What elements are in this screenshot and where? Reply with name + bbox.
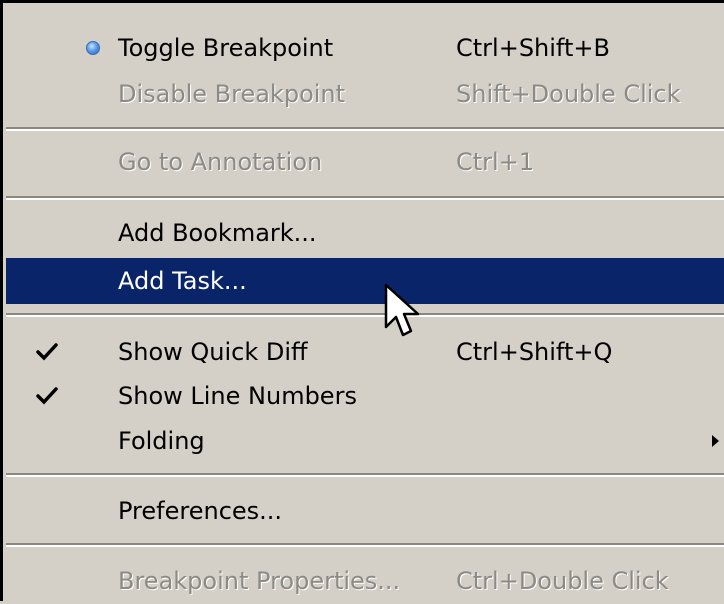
menu-item-disable-breakpoint: Disable Breakpoint Shift+Double Click xyxy=(6,71,724,117)
menu-item-label: Add Bookmark... xyxy=(118,219,317,247)
menu-item-toggle-breakpoint[interactable]: Toggle Breakpoint Ctrl+Shift+B xyxy=(6,25,724,71)
menu-item-label: Show Quick Diff xyxy=(118,338,308,366)
menu-item-shortcut: Shift+Double Click xyxy=(456,80,681,108)
menu-item-label: Toggle Breakpoint xyxy=(118,34,334,62)
menu-separator xyxy=(6,543,724,547)
checkmark-icon xyxy=(36,373,60,419)
menu-item-preferences[interactable]: Preferences... xyxy=(6,488,724,534)
menu-item-shortcut: Ctrl+Shift+Q xyxy=(456,338,613,366)
menu-item-label: Add Task... xyxy=(118,267,247,295)
menu-item-shortcut: Ctrl+Double Click xyxy=(456,567,669,595)
menu-item-shortcut: Ctrl+1 xyxy=(456,148,535,176)
menu-item-show-line-numbers[interactable]: Show Line Numbers xyxy=(6,373,724,419)
menu-item-shortcut: Ctrl+Shift+B xyxy=(456,34,610,62)
menu-item-show-quick-diff[interactable]: Show Quick Diff Ctrl+Shift+Q xyxy=(6,329,724,375)
menu-item-label: Breakpoint Properties... xyxy=(118,567,401,595)
menu-item-label: Disable Breakpoint xyxy=(118,80,346,108)
menu-item-add-task[interactable]: Add Task... xyxy=(6,258,724,304)
menu-item-add-bookmark[interactable]: Add Bookmark... xyxy=(6,210,724,256)
menu-item-folding[interactable]: Folding xyxy=(6,418,724,464)
menu-separator xyxy=(6,313,724,317)
menu-item-label: Folding xyxy=(118,427,205,455)
menu-item-label: Preferences... xyxy=(118,497,283,525)
menu-item-go-to-annotation: Go to Annotation Ctrl+1 xyxy=(6,139,724,185)
context-menu: Toggle Breakpoint Ctrl+Shift+B Disable B… xyxy=(0,0,724,601)
radio-dot-icon xyxy=(86,25,106,71)
menu-separator xyxy=(6,473,724,477)
checkmark-icon xyxy=(36,329,60,375)
menu-item-label: Go to Annotation xyxy=(118,148,323,176)
menu-item-breakpoint-properties: Breakpoint Properties... Ctrl+Double Cli… xyxy=(6,558,724,604)
submenu-arrow-icon xyxy=(710,418,724,464)
menu-separator xyxy=(6,196,724,200)
menu-separator xyxy=(6,127,724,131)
menu-item-label: Show Line Numbers xyxy=(118,382,357,410)
